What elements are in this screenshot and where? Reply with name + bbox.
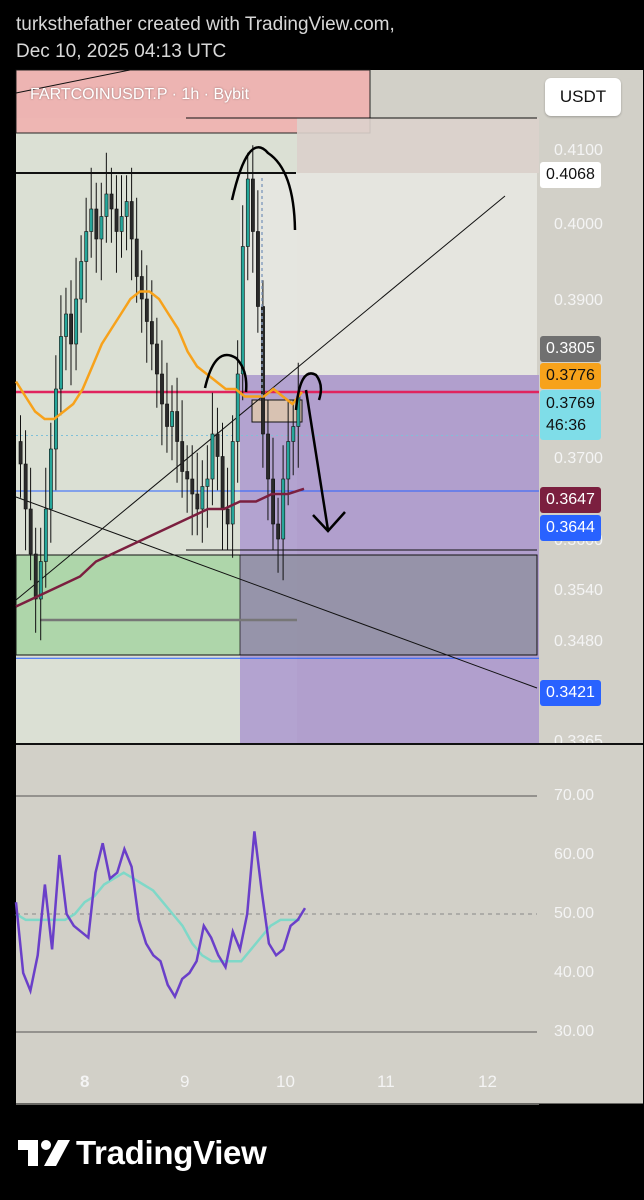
candle-body xyxy=(185,471,190,480)
candle-body xyxy=(43,508,48,562)
price-tick: 0.3700 xyxy=(554,450,603,467)
price-badge-ema: 0.3776 xyxy=(540,363,601,389)
time-tick: 9 xyxy=(180,1072,190,1091)
candle-body xyxy=(48,448,53,510)
candle-body xyxy=(79,261,84,300)
price-badge-line-3644: 0.3644 xyxy=(540,515,601,541)
candle-body xyxy=(119,216,124,232)
candle-body xyxy=(271,478,276,525)
green-zone xyxy=(16,555,240,655)
price-tick: 0.3540 xyxy=(554,582,603,599)
tradingview-icon xyxy=(18,1140,70,1166)
candle-body xyxy=(94,208,99,240)
price-badge-line-3421: 0.3421 xyxy=(540,680,601,706)
time-tick: 10 xyxy=(276,1072,295,1091)
candle-body xyxy=(235,373,240,442)
rsi-pane-bg xyxy=(16,745,539,1105)
price-badge-top: 0.4068 xyxy=(540,162,601,188)
price-badge-current: 0.3769 46:36 xyxy=(540,390,601,440)
price-tick: 0.3365 xyxy=(554,733,603,743)
candle-body xyxy=(134,238,139,277)
time-tick: 12 xyxy=(478,1072,497,1091)
candle-body xyxy=(190,478,195,495)
candle-body xyxy=(225,508,230,525)
candle-body xyxy=(276,523,281,540)
candle-body xyxy=(160,373,164,405)
candle-body xyxy=(69,313,74,345)
top-light-box xyxy=(240,173,537,375)
candle-body xyxy=(18,441,23,465)
rsi-tick: 30.00 xyxy=(554,1023,595,1040)
candle-body xyxy=(170,411,175,427)
candle-body xyxy=(124,201,129,217)
candle-body xyxy=(33,553,38,600)
candle-body xyxy=(245,178,250,247)
candle-body xyxy=(139,276,144,300)
price-tick: 0.3480 xyxy=(554,633,603,650)
candle-body xyxy=(74,298,79,345)
symbol-label[interactable]: FARTCOINUSDT.P · 1h · Bybit xyxy=(30,86,249,104)
candle-body xyxy=(144,298,149,322)
rsi-tick: 50.00 xyxy=(554,905,595,922)
candle-body xyxy=(230,441,235,525)
candle-body xyxy=(114,208,119,232)
candle-body xyxy=(104,193,109,217)
rsi-tick: 70.00 xyxy=(554,787,595,804)
time-tick: 8 xyxy=(80,1072,90,1091)
candle-body xyxy=(291,426,296,442)
pink-zone-right xyxy=(297,118,539,173)
candle-body xyxy=(251,178,255,232)
candle-body xyxy=(256,231,260,307)
price-badge-3805: 0.3805 xyxy=(540,336,601,362)
candle-body xyxy=(286,441,291,480)
price-badge-ma: 0.3647 xyxy=(540,487,601,513)
candle-body xyxy=(165,403,169,427)
rsi-tick: 40.00 xyxy=(554,964,595,981)
candle-body xyxy=(281,478,286,540)
candle-body xyxy=(266,433,270,480)
candle-body xyxy=(109,193,114,210)
candle-body xyxy=(210,433,215,480)
candle-body xyxy=(23,463,28,510)
candle-body xyxy=(28,508,33,555)
candle-body xyxy=(215,433,220,457)
candle-body xyxy=(175,411,180,442)
time-tick: 11 xyxy=(377,1072,395,1091)
candle-body xyxy=(84,231,89,262)
current-price-value: 0.3769 xyxy=(546,395,595,412)
candle-body xyxy=(155,343,159,375)
price-tick: 0.4100 xyxy=(554,142,603,159)
candle-body xyxy=(89,208,94,232)
candle-body xyxy=(200,486,205,510)
candle-body xyxy=(220,456,225,510)
candle-body xyxy=(195,493,200,510)
brand-name: TradingView xyxy=(76,1134,267,1171)
currency-button[interactable]: USDT xyxy=(545,78,621,116)
price-tick: 0.4000 xyxy=(554,216,603,233)
candle-body xyxy=(240,246,245,375)
rsi-tick: 60.00 xyxy=(554,846,595,863)
candle-body xyxy=(150,321,154,345)
grey-zone xyxy=(239,554,538,656)
price-tick: 0.3900 xyxy=(554,292,603,309)
candle-body xyxy=(59,336,63,390)
candle-body xyxy=(64,313,68,337)
candle-body xyxy=(180,441,185,472)
candle-body xyxy=(129,201,134,240)
countdown-timer: 46:36 xyxy=(546,417,587,434)
tradingview-logo: TradingView xyxy=(18,1134,267,1172)
candle-body xyxy=(99,216,104,240)
candle-body xyxy=(205,478,210,487)
